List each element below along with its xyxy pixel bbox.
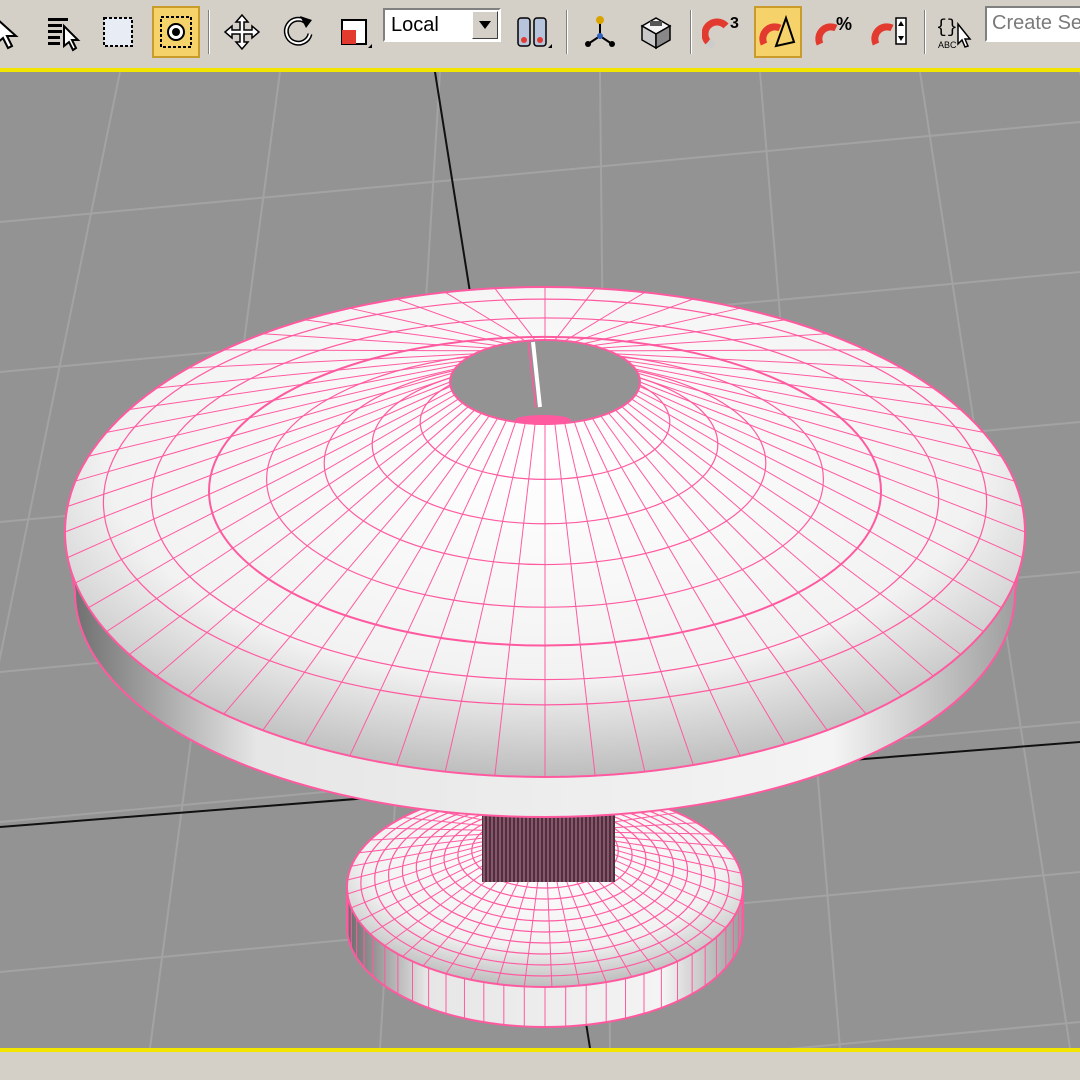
pivot-center-icon [517,17,552,48]
rectangular-selection-button[interactable] [94,6,142,58]
percent-magnet-icon: % [815,14,852,46]
crossing-circle-icon [160,16,192,48]
edit-named-selection-button[interactable]: {} ABC [930,6,978,58]
spinner-snap-toggle-button[interactable] [866,6,914,58]
keyboard-shortcut-override-button[interactable] [632,6,680,58]
select-and-manipulate-button[interactable] [576,6,624,58]
percent-snap-label: % [836,14,852,34]
move-arrows-icon [223,13,261,51]
snap-toggle-label: 3 [730,15,739,32]
angle-magnet-icon [759,14,796,48]
braces-cursor-icon: {} ABC [936,18,972,50]
snaps-toggle-button[interactable]: 3 [698,6,746,58]
select-by-name-button[interactable] [38,6,86,58]
perspective-viewport[interactable] [0,68,1080,1052]
select-and-scale-button[interactable] [330,6,378,58]
list-cursor-icon [48,18,81,52]
select-object-button[interactable] [0,6,30,58]
angle-snap-toggle-button[interactable] [754,6,802,58]
manipulate-icon [585,16,615,47]
pedestal-table-model[interactable] [63,286,1027,1028]
pivot-center-button[interactable] [508,6,556,58]
rotate-icon [283,16,313,46]
edit-named-selection-label: ABC [938,40,957,50]
chevron-down-icon[interactable] [472,11,498,39]
scale-box-icon [341,19,372,48]
status-strip [0,1052,1080,1080]
named-selection-set-input[interactable]: Create Sele [985,6,1080,42]
toolbar-separator [208,10,210,54]
cube-icon [640,17,672,50]
window-crossing-button[interactable] [152,6,200,58]
dashed-rectangle-icon [103,17,133,47]
viewport-scene [0,72,1080,1048]
toolbar-separator [924,10,926,54]
spinner-magnet-icon [871,17,907,46]
percent-snap-toggle-button[interactable]: % [810,6,858,58]
toolbar-separator [690,10,692,54]
select-and-rotate-button[interactable] [274,6,322,58]
toolbar-separator [566,10,568,54]
reference-coordinate-value: Local [391,14,439,36]
select-and-move-button[interactable] [218,6,266,58]
reference-coordinate-dropdown[interactable]: Local [383,8,501,42]
main-toolbar: Local 3 % {} ABC Create Se [0,0,1080,69]
svg-text:{}: {} [936,18,958,38]
magnet-icon: 3 [702,15,739,49]
arrow-cursor-icon [0,20,19,50]
